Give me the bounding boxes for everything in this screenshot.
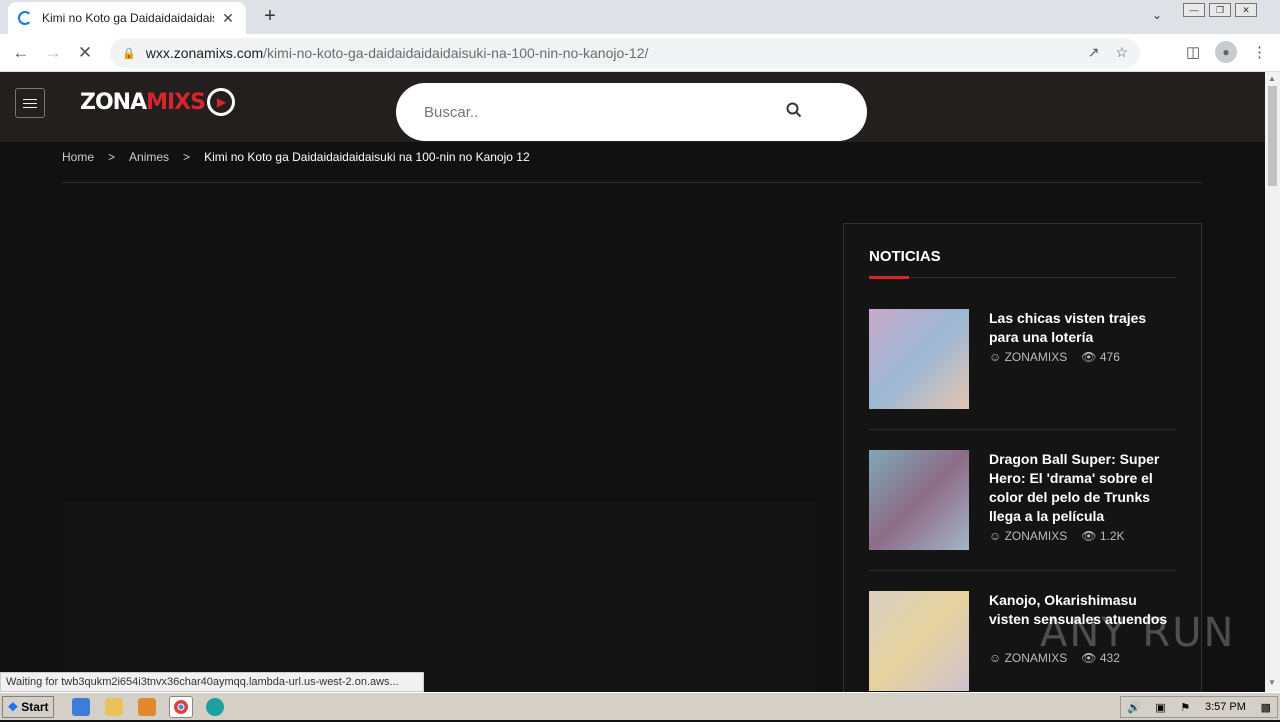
lock-icon: 🔒	[122, 47, 136, 60]
views-label: 👁 1.2K	[1081, 529, 1125, 543]
windows-logo-icon: ❖	[7, 700, 19, 714]
news-thumbnail[interactable]	[869, 309, 969, 409]
browser-toolbar: ← → ✕ 🔒 wxx.zonamixs.com/kimi-no-koto-ga…	[0, 34, 1280, 72]
web-page: ZONAMIXS ▶ Home > Animes > Kimi no Koto …	[0, 72, 1265, 692]
status-bar: Waiting for twb3qukm2i654i3tnvx36char40a…	[0, 672, 424, 692]
page-scrollbar[interactable]: ▲ ▼	[1265, 72, 1280, 692]
menu-kebab-icon[interactable]: ⋮	[1252, 43, 1267, 61]
media-player-icon[interactable]	[138, 698, 156, 716]
divider	[869, 429, 1176, 430]
profile-avatar-icon[interactable]: ●	[1215, 41, 1237, 63]
site-header: ZONA MIXS ▶	[0, 72, 1265, 142]
desktop-icon[interactable]: ▩	[1261, 701, 1271, 714]
url-path: /kimi-no-koto-ga-daidaidaidaidaisuki-na-…	[263, 45, 649, 61]
close-window-button[interactable]: ✕	[1235, 3, 1257, 17]
clock[interactable]: 3:57 PM	[1205, 701, 1246, 713]
site-logo[interactable]: ZONA MIXS ▶	[80, 88, 235, 116]
loading-spinner-icon	[18, 11, 32, 25]
network-icon[interactable]: ▣	[1155, 701, 1165, 714]
explorer-icon[interactable]	[105, 698, 123, 716]
tab-title: Kimi no Koto ga Daidaidaidaidaisuki n	[42, 11, 214, 25]
new-tab-button[interactable]: +	[258, 6, 282, 28]
window-controls: — ❐ ✕	[1183, 3, 1257, 17]
start-button[interactable]: ❖ Start	[2, 696, 54, 718]
ie-icon[interactable]	[72, 698, 90, 716]
chrome-taskbar-button[interactable]	[169, 696, 193, 718]
search-box	[396, 83, 867, 141]
flag-icon[interactable]: ⚑	[1180, 701, 1190, 714]
edge-icon[interactable]	[206, 698, 224, 716]
address-bar[interactable]: 🔒 wxx.zonamixs.com/kimi-no-koto-ga-daida…	[110, 38, 1140, 68]
author-label: ☺ ZONAMIXS	[989, 350, 1068, 364]
breadcrumb: Home > Animes > Kimi no Koto ga Daidaida…	[62, 150, 530, 164]
news-meta: ☺ ZONAMIXS 👁 476	[989, 350, 1120, 364]
forward-button[interactable]: →	[42, 42, 64, 64]
stop-loading-button[interactable]: ✕	[74, 42, 96, 64]
news-thumbnail[interactable]	[869, 591, 969, 691]
breadcrumb-separator: >	[108, 150, 116, 164]
breadcrumb-current: Kimi no Koto ga Daidaidaidaidaisuki na 1…	[204, 150, 530, 164]
search-input[interactable]	[424, 103, 764, 121]
close-tab-icon[interactable]: ✕	[220, 10, 236, 27]
breadcrumb-separator: >	[183, 150, 191, 164]
news-meta: ☺ ZONAMIXS 👁 1.2K	[989, 529, 1125, 543]
news-title[interactable]: Dragon Ball Super: Super Hero: El 'drama…	[989, 450, 1176, 526]
minimize-button[interactable]: —	[1183, 3, 1205, 17]
breadcrumb-home[interactable]: Home	[62, 150, 94, 164]
windows-taskbar: ❖ Start 🔊 ▣ ⚑ 3:57 PM ▩	[0, 692, 1280, 720]
author-label: ☺ ZONAMIXS	[989, 529, 1068, 543]
breadcrumb-animes[interactable]: Animes	[129, 150, 169, 164]
hamburger-menu-button[interactable]	[15, 88, 45, 118]
play-icon: ▶	[206, 88, 235, 116]
anyrun-watermark: ANY RUN	[1040, 610, 1236, 656]
views-label: 👁 476	[1081, 350, 1120, 364]
sidebar-title: NOTICIAS	[869, 248, 941, 265]
back-button[interactable]: ←	[10, 42, 32, 64]
share-icon[interactable]: ↗	[1088, 44, 1100, 61]
news-thumbnail[interactable]	[869, 450, 969, 550]
divider	[62, 182, 1202, 183]
volume-icon[interactable]: 🔊	[1127, 701, 1141, 714]
restore-button[interactable]: ❐	[1209, 3, 1231, 17]
search-icon[interactable]	[786, 102, 802, 118]
logo-text-right: MIXS	[146, 89, 206, 115]
divider	[869, 570, 1176, 571]
chevron-down-icon[interactable]: ⌄	[1152, 8, 1162, 22]
logo-text-left: ZONA	[80, 89, 147, 115]
news-title[interactable]: Las chicas visten trajes para una loterí…	[989, 309, 1176, 347]
system-tray: 🔊 ▣ ⚑ 3:57 PM ▩	[1120, 696, 1278, 718]
side-panel-icon[interactable]: ◫	[1186, 43, 1200, 61]
url-host: wxx.zonamixs.com	[145, 45, 264, 61]
bookmark-star-icon[interactable]: ☆	[1115, 44, 1128, 61]
chrome-icon	[174, 700, 188, 714]
browser-tab[interactable]: Kimi no Koto ga Daidaidaidaidaisuki n ✕	[8, 2, 246, 34]
scrollbar-thumb[interactable]	[1268, 86, 1277, 186]
tab-strip: Kimi no Koto ga Daidaidaidaidaisuki n ✕ …	[0, 0, 1280, 34]
title-underline	[869, 276, 1176, 279]
video-player-area[interactable]	[64, 502, 816, 692]
